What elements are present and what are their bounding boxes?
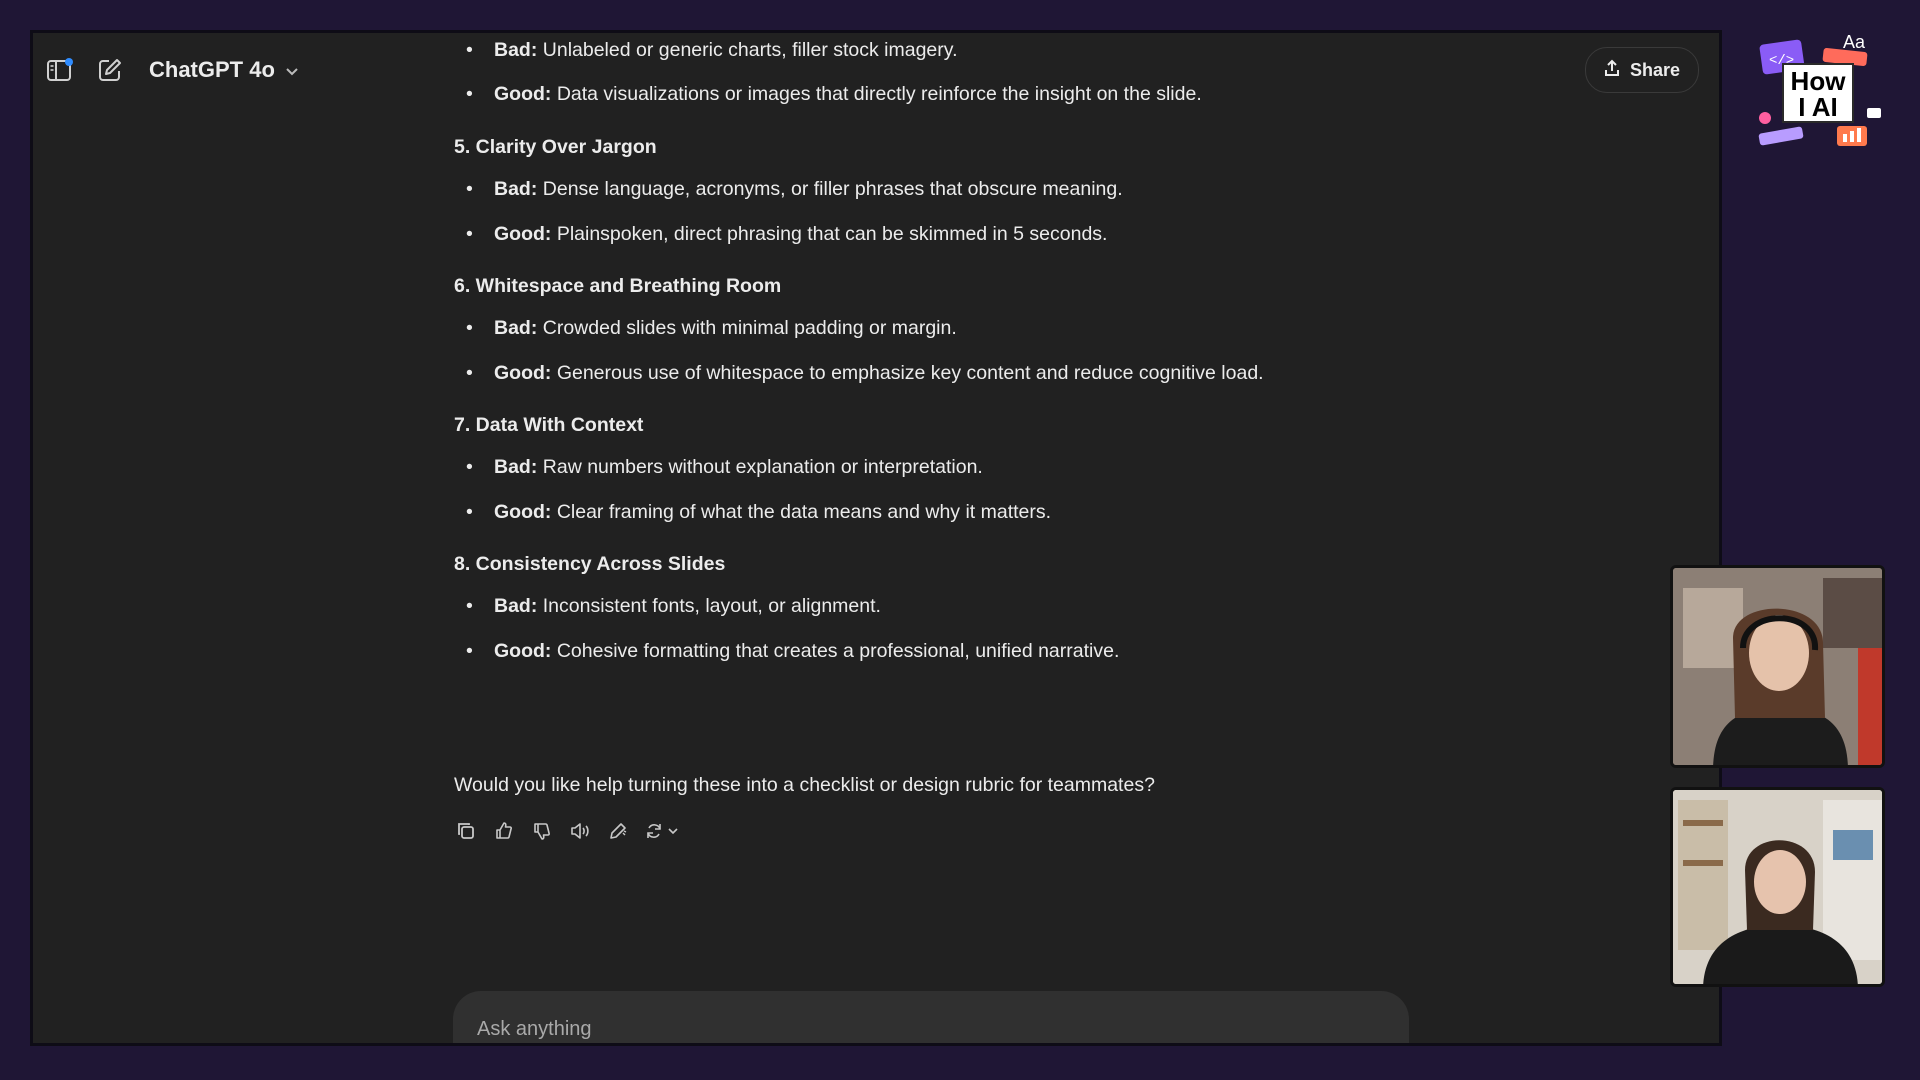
list-item: Good: Plainspoken, direct phrasing that … (454, 220, 1354, 265)
chat-window: ChatGPT 4o Share Bad: Unlabeled or gener… (30, 30, 1722, 1046)
copy-icon[interactable] (454, 819, 478, 843)
section-heading: 7. Data With Context (454, 414, 644, 436)
list-item: Bad: Raw numbers without explanation or … (454, 453, 1354, 498)
edit-pen-icon[interactable] (606, 819, 630, 843)
share-label: Share (1629, 59, 1680, 80)
new-chat-icon[interactable] (95, 55, 125, 85)
list-item: Bad: Dense language, acronyms, or filler… (454, 175, 1354, 220)
list-item: Bad: Crowded slides with minimal padding… (454, 314, 1354, 359)
how-i-ai-logo: </> How I AI Aa (1755, 30, 1885, 155)
section-consistency: 8. Consistency Across Slides Bad: Incons… (454, 550, 1354, 682)
ask-input[interactable] (475, 1013, 1379, 1043)
bullet-list: Bad: Crowded slides with minimal padding… (454, 314, 1354, 404)
section-whitespace: 6. Whitespace and Breathing Room Bad: Cr… (454, 272, 1354, 404)
section-heading: 6. Whitespace and Breathing Room (454, 275, 782, 297)
list-item: Good: Clear framing of what the data mea… (454, 498, 1354, 543)
list-item: Good: Data visualizations or images that… (454, 80, 1394, 125)
list-item: Bad: Unlabeled or generic charts, filler… (454, 36, 1394, 81)
section-data-context: 7. Data With Context Bad: Raw numbers wi… (454, 411, 1354, 543)
thumbs-up-icon[interactable] (492, 819, 516, 843)
logo-line2: I AI (1798, 92, 1837, 122)
chevron-down-icon (285, 57, 299, 83)
thumbs-down-icon[interactable] (530, 819, 554, 843)
follow-up-question: Would you like help turning these into a… (454, 774, 1155, 796)
bullet-list: Bad: Raw numbers without explanation or … (454, 453, 1354, 543)
composer (453, 991, 1409, 1043)
bullet-list: Bad: Inconsistent fonts, layout, or alig… (454, 592, 1354, 682)
share-icon (1604, 59, 1620, 82)
list-item: Bad: Inconsistent fonts, layout, or alig… (454, 592, 1354, 637)
section-heading: 5. Clarity Over Jargon (454, 136, 657, 158)
list-item: Good: Generous use of whitespace to emph… (454, 359, 1354, 404)
model-selector[interactable]: ChatGPT 4o (149, 55, 299, 85)
logo-aa: Aa (1843, 32, 1866, 52)
section-clarity: 5. Clarity Over Jargon Bad: Dense langua… (454, 133, 1354, 265)
regenerate-icon[interactable] (644, 819, 684, 843)
message-actions (454, 819, 684, 843)
model-label: ChatGPT 4o (149, 57, 275, 82)
section-heading: 8. Consistency Across Slides (454, 553, 726, 575)
sidebar-toggle-icon[interactable] (45, 55, 75, 85)
list-item: Good: Cohesive formatting that creates a… (454, 637, 1354, 682)
read-aloud-icon[interactable] (568, 819, 592, 843)
share-button[interactable]: Share (1584, 47, 1699, 93)
webcam-video-guest (1670, 787, 1885, 987)
bullet-list: Bad: Dense language, acronyms, or filler… (454, 175, 1354, 265)
webcam-video-host (1670, 565, 1885, 768)
